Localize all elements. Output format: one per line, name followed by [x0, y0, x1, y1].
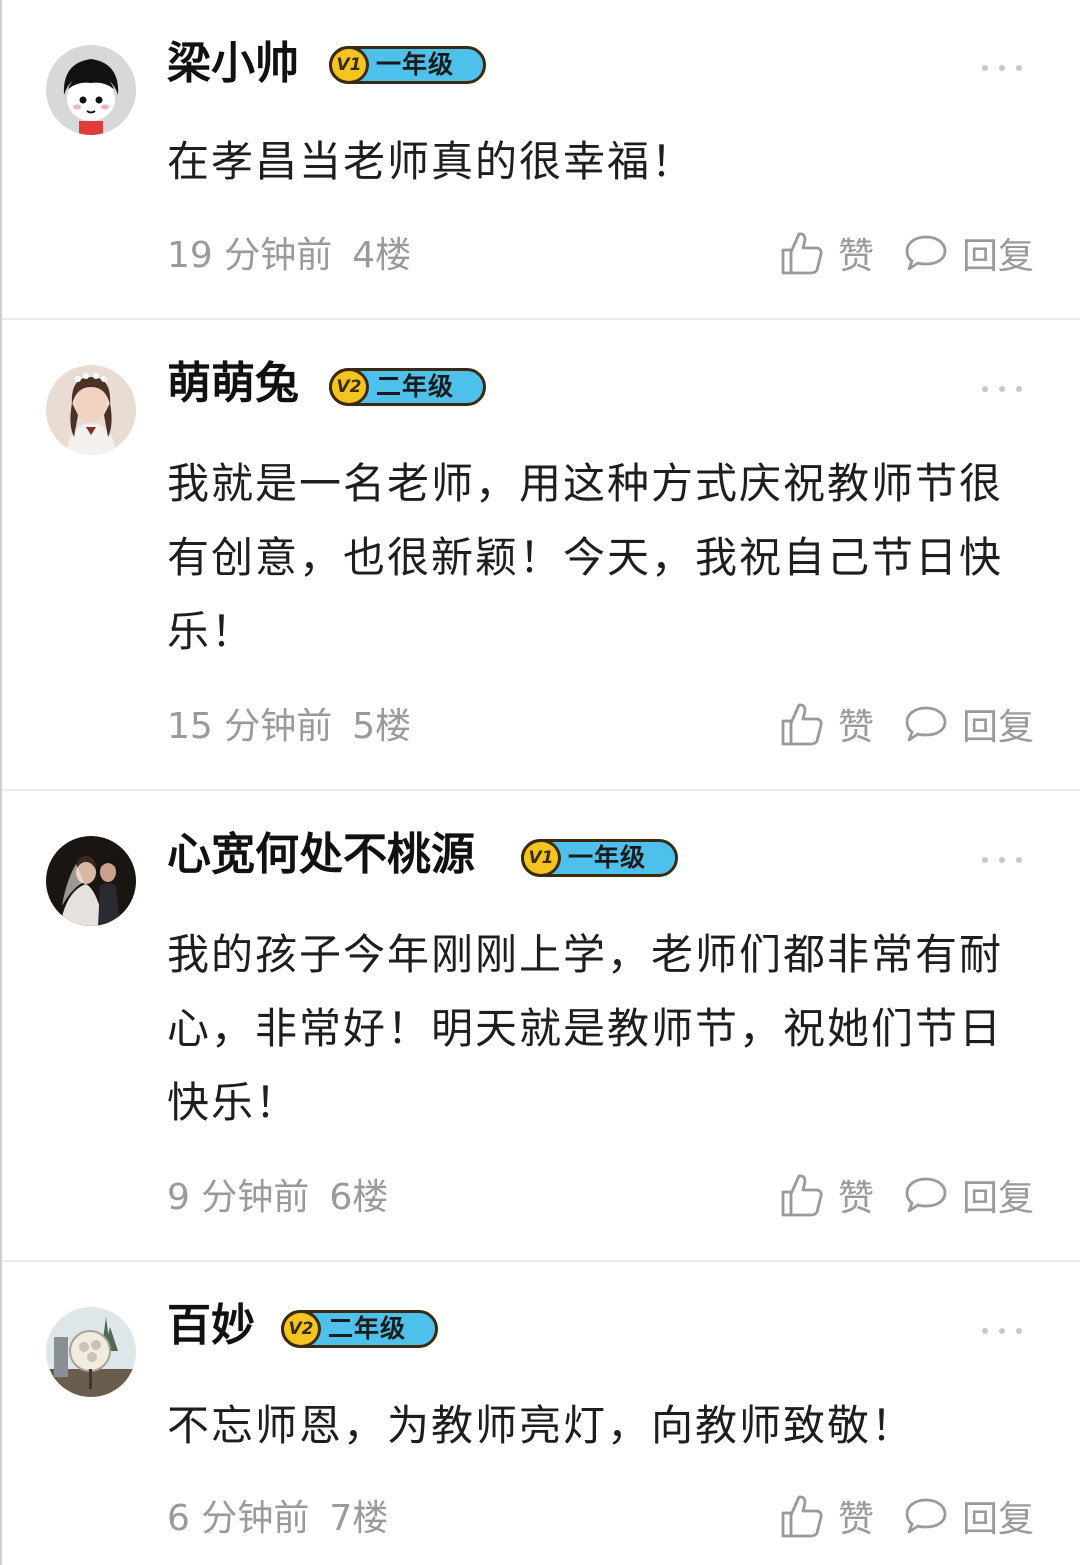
- level-label: 二年级: [328, 1314, 407, 1343]
- level-coin-icon: V1: [521, 839, 561, 877]
- speech-bubble-icon: [905, 235, 947, 271]
- reply-button[interactable]: 回复: [904, 1490, 1034, 1542]
- level-badge: V2 二年级: [329, 368, 486, 406]
- comment-meta: 6 分钟前 7楼: [167, 1489, 388, 1541]
- more-options-icon[interactable]: [982, 384, 1022, 394]
- thumbs-up-icon: [781, 232, 823, 275]
- reply-button[interactable]: 回复: [904, 698, 1034, 750]
- reply-label: 回复: [961, 1178, 1034, 1219]
- avatar[interactable]: [46, 45, 136, 135]
- like-button[interactable]: 赞: [780, 698, 874, 750]
- floor-number: 4楼: [352, 235, 412, 276]
- thumbs-up-icon: [781, 1174, 823, 1217]
- comment-text: 在孝昌当老师真的很幸福！: [167, 137, 696, 186]
- timestamp: 9 分钟前: [167, 1177, 310, 1218]
- comment-text: 我的孩子今年刚刚上学，老师们都非常有耐心，非常好！明天就是教师节，祝她们节日快乐…: [167, 930, 1004, 1127]
- timestamp: 6 分钟前: [167, 1498, 310, 1539]
- like-label: 赞: [837, 707, 874, 748]
- timestamp: 15 分钟前: [167, 706, 333, 747]
- more-options-icon[interactable]: [982, 1326, 1022, 1336]
- level-label: 二年级: [376, 372, 455, 401]
- more-options-icon[interactable]: [982, 63, 1022, 73]
- divider: [2, 1260, 1080, 1262]
- comment-actions: 赞 回复: [780, 1491, 1034, 1541]
- level-label: 一年级: [568, 843, 647, 872]
- avatar[interactable]: [46, 365, 136, 455]
- username[interactable]: 心宽何处不桃源: [167, 827, 475, 883]
- comment-actions: 赞 回复: [780, 228, 1034, 278]
- comment-actions: 赞 回复: [780, 699, 1034, 749]
- thumbs-up-icon: [781, 1495, 823, 1538]
- avatar[interactable]: [46, 836, 136, 926]
- speech-bubble-icon: [905, 1177, 947, 1213]
- comment-meta: 9 分钟前 6楼: [167, 1168, 388, 1220]
- like-label: 赞: [837, 1499, 874, 1540]
- comment-actions: 赞 回复: [780, 1170, 1034, 1220]
- floor-number: 7楼: [329, 1498, 389, 1539]
- speech-bubble-icon: [905, 706, 947, 742]
- level-coin-icon: V2: [329, 368, 369, 406]
- reply-button[interactable]: 回复: [904, 227, 1034, 279]
- reply-button[interactable]: 回复: [904, 1169, 1034, 1221]
- username[interactable]: 百妙: [167, 1298, 255, 1354]
- level-badge: V1 一年级: [521, 839, 678, 877]
- username[interactable]: 萌萌兔: [167, 356, 299, 412]
- floor-number: 6楼: [329, 1177, 389, 1218]
- reply-label: 回复: [961, 1499, 1034, 1540]
- comment-meta: 19 分钟前 4楼: [167, 226, 411, 278]
- reply-label: 回复: [961, 707, 1034, 748]
- level-label: 一年级: [376, 50, 455, 79]
- comment-list: 梁小帅 V1 一年级 在孝昌当老师真的很幸福！ 19 分钟前 4楼 赞 回复 萌…: [0, 0, 1080, 1565]
- level-badge: V2 二年级: [281, 1310, 438, 1348]
- like-label: 赞: [837, 236, 874, 277]
- comment-text: 不忘师恩，为教师亮灯，向教师致敬！: [167, 1401, 916, 1450]
- divider: [2, 318, 1080, 320]
- more-options-icon[interactable]: [982, 855, 1022, 865]
- level-coin-icon: V1: [329, 46, 369, 84]
- like-button[interactable]: 赞: [780, 1490, 874, 1542]
- timestamp: 19 分钟前: [167, 235, 333, 276]
- comment-meta: 15 分钟前 5楼: [167, 697, 411, 749]
- thumbs-up-icon: [781, 703, 823, 746]
- comment-text: 我就是一名老师，用这种方式庆祝教师节很有创意，也很新颖！今天，我祝自己节日快乐！: [167, 459, 1004, 656]
- username[interactable]: 梁小帅: [167, 36, 299, 92]
- avatar[interactable]: [46, 1307, 136, 1397]
- speech-bubble-icon: [905, 1498, 947, 1534]
- level-coin-icon: V2: [281, 1310, 321, 1348]
- reply-label: 回复: [961, 236, 1034, 277]
- level-badge: V1 一年级: [329, 46, 486, 84]
- divider: [2, 789, 1080, 791]
- floor-number: 5楼: [352, 706, 412, 747]
- like-button[interactable]: 赞: [780, 1169, 874, 1221]
- like-label: 赞: [837, 1178, 874, 1219]
- like-button[interactable]: 赞: [780, 227, 874, 279]
